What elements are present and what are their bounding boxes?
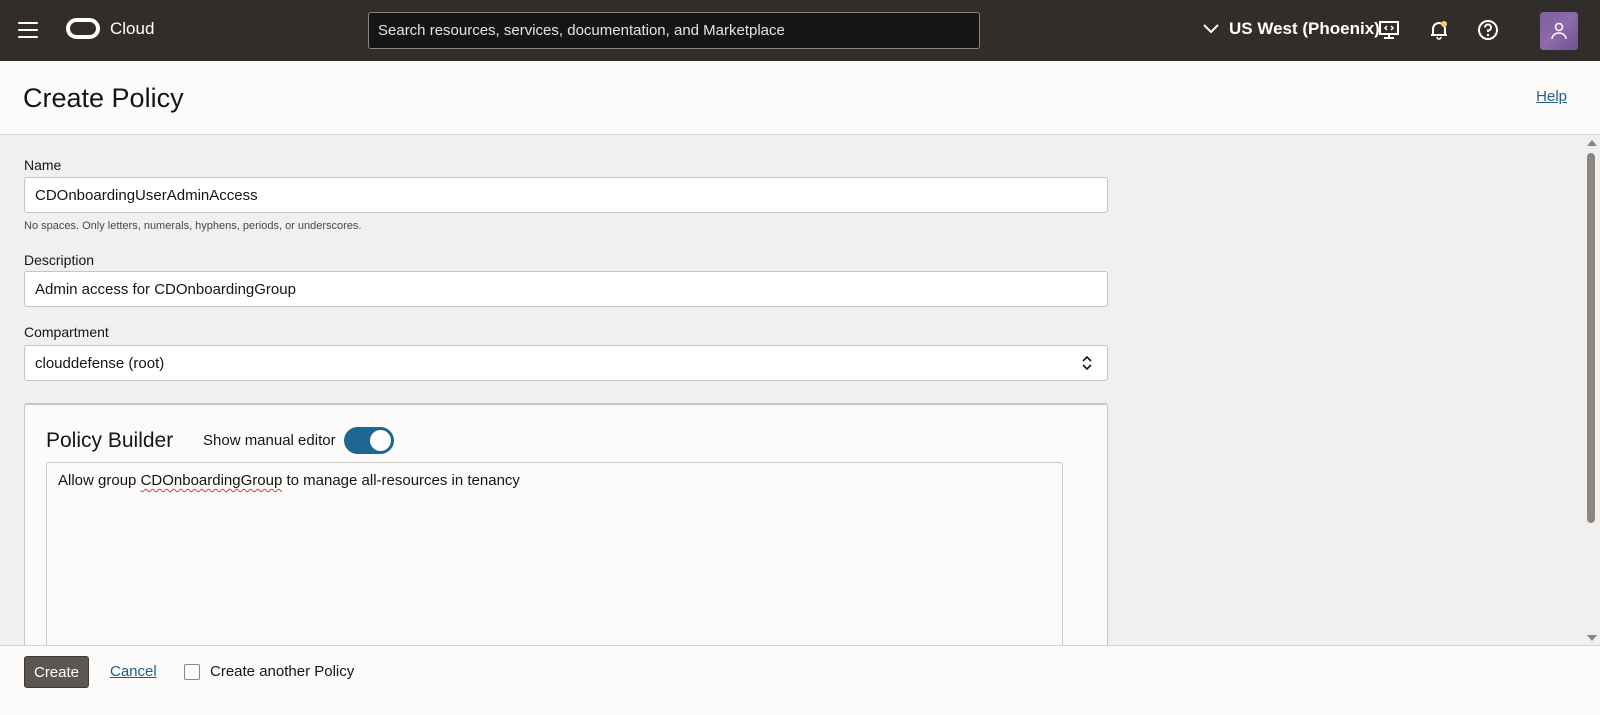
policy-builder-panel: Policy Builder Show manual editor Allow … bbox=[24, 403, 1108, 658]
description-label: Description bbox=[24, 252, 95, 268]
oracle-logo-icon[interactable] bbox=[66, 18, 100, 39]
scroll-thumb[interactable] bbox=[1587, 153, 1595, 523]
compartment-select[interactable]: clouddefense (root) bbox=[24, 345, 1108, 381]
create-policy-form: Name No spaces. Only letters, numerals, … bbox=[0, 136, 1583, 658]
manual-editor-toggle-label: Show manual editor bbox=[203, 432, 336, 449]
page-header: Create Policy Help bbox=[0, 61, 1600, 135]
policy-statement-editor[interactable]: Allow group CDOnboardingGroup to manage … bbox=[46, 462, 1063, 658]
description-field[interactable] bbox=[24, 271, 1108, 307]
search-input[interactable] bbox=[369, 13, 979, 48]
form-footer: Create Cancel Create another Policy bbox=[0, 645, 1600, 715]
name-hint: No spaces. Only letters, numerals, hyphe… bbox=[24, 220, 362, 232]
statement-prefix: Allow group bbox=[58, 472, 141, 489]
scroll-up-arrow-icon[interactable] bbox=[1587, 140, 1597, 146]
hamburger-menu-icon[interactable] bbox=[18, 22, 38, 38]
page-title: Create Policy bbox=[23, 83, 184, 113]
statement-suffix: to manage all-resources in tenancy bbox=[282, 472, 520, 489]
toggle-knob bbox=[370, 430, 391, 451]
person-icon bbox=[1551, 22, 1567, 40]
bell-icon[interactable] bbox=[1428, 19, 1450, 41]
user-avatar-icon[interactable] bbox=[1540, 12, 1578, 50]
name-field[interactable] bbox=[24, 177, 1108, 213]
select-updown-icon bbox=[1082, 355, 1092, 371]
name-label: Name bbox=[24, 157, 62, 173]
help-circle-icon[interactable] bbox=[1477, 19, 1499, 41]
brand-name[interactable]: Cloud bbox=[110, 19, 154, 39]
manual-editor-toggle[interactable] bbox=[344, 427, 394, 454]
cancel-link[interactable]: Cancel bbox=[110, 663, 157, 680]
search-box[interactable] bbox=[368, 12, 980, 49]
page-scrollbar[interactable] bbox=[1583, 136, 1600, 645]
top-navigation-bar: Cloud US West (Phoenix) bbox=[0, 0, 1600, 61]
create-another-label: Create another Policy bbox=[210, 663, 355, 680]
developer-tools-icon[interactable] bbox=[1378, 19, 1400, 41]
policy-builder-title: Policy Builder bbox=[46, 429, 174, 452]
chevron-down-icon bbox=[1203, 24, 1219, 34]
scroll-down-arrow-icon[interactable] bbox=[1587, 635, 1597, 641]
region-label: US West (Phoenix) bbox=[1229, 19, 1380, 38]
compartment-value: clouddefense (root) bbox=[35, 354, 165, 372]
create-button[interactable]: Create bbox=[24, 656, 89, 688]
region-selector[interactable]: US West (Phoenix) bbox=[1203, 19, 1380, 39]
statement-group: CDOnboardingGroup bbox=[140, 472, 283, 489]
compartment-label: Compartment bbox=[24, 324, 109, 340]
create-another-checkbox[interactable] bbox=[184, 664, 200, 680]
help-link[interactable]: Help bbox=[1536, 88, 1567, 105]
